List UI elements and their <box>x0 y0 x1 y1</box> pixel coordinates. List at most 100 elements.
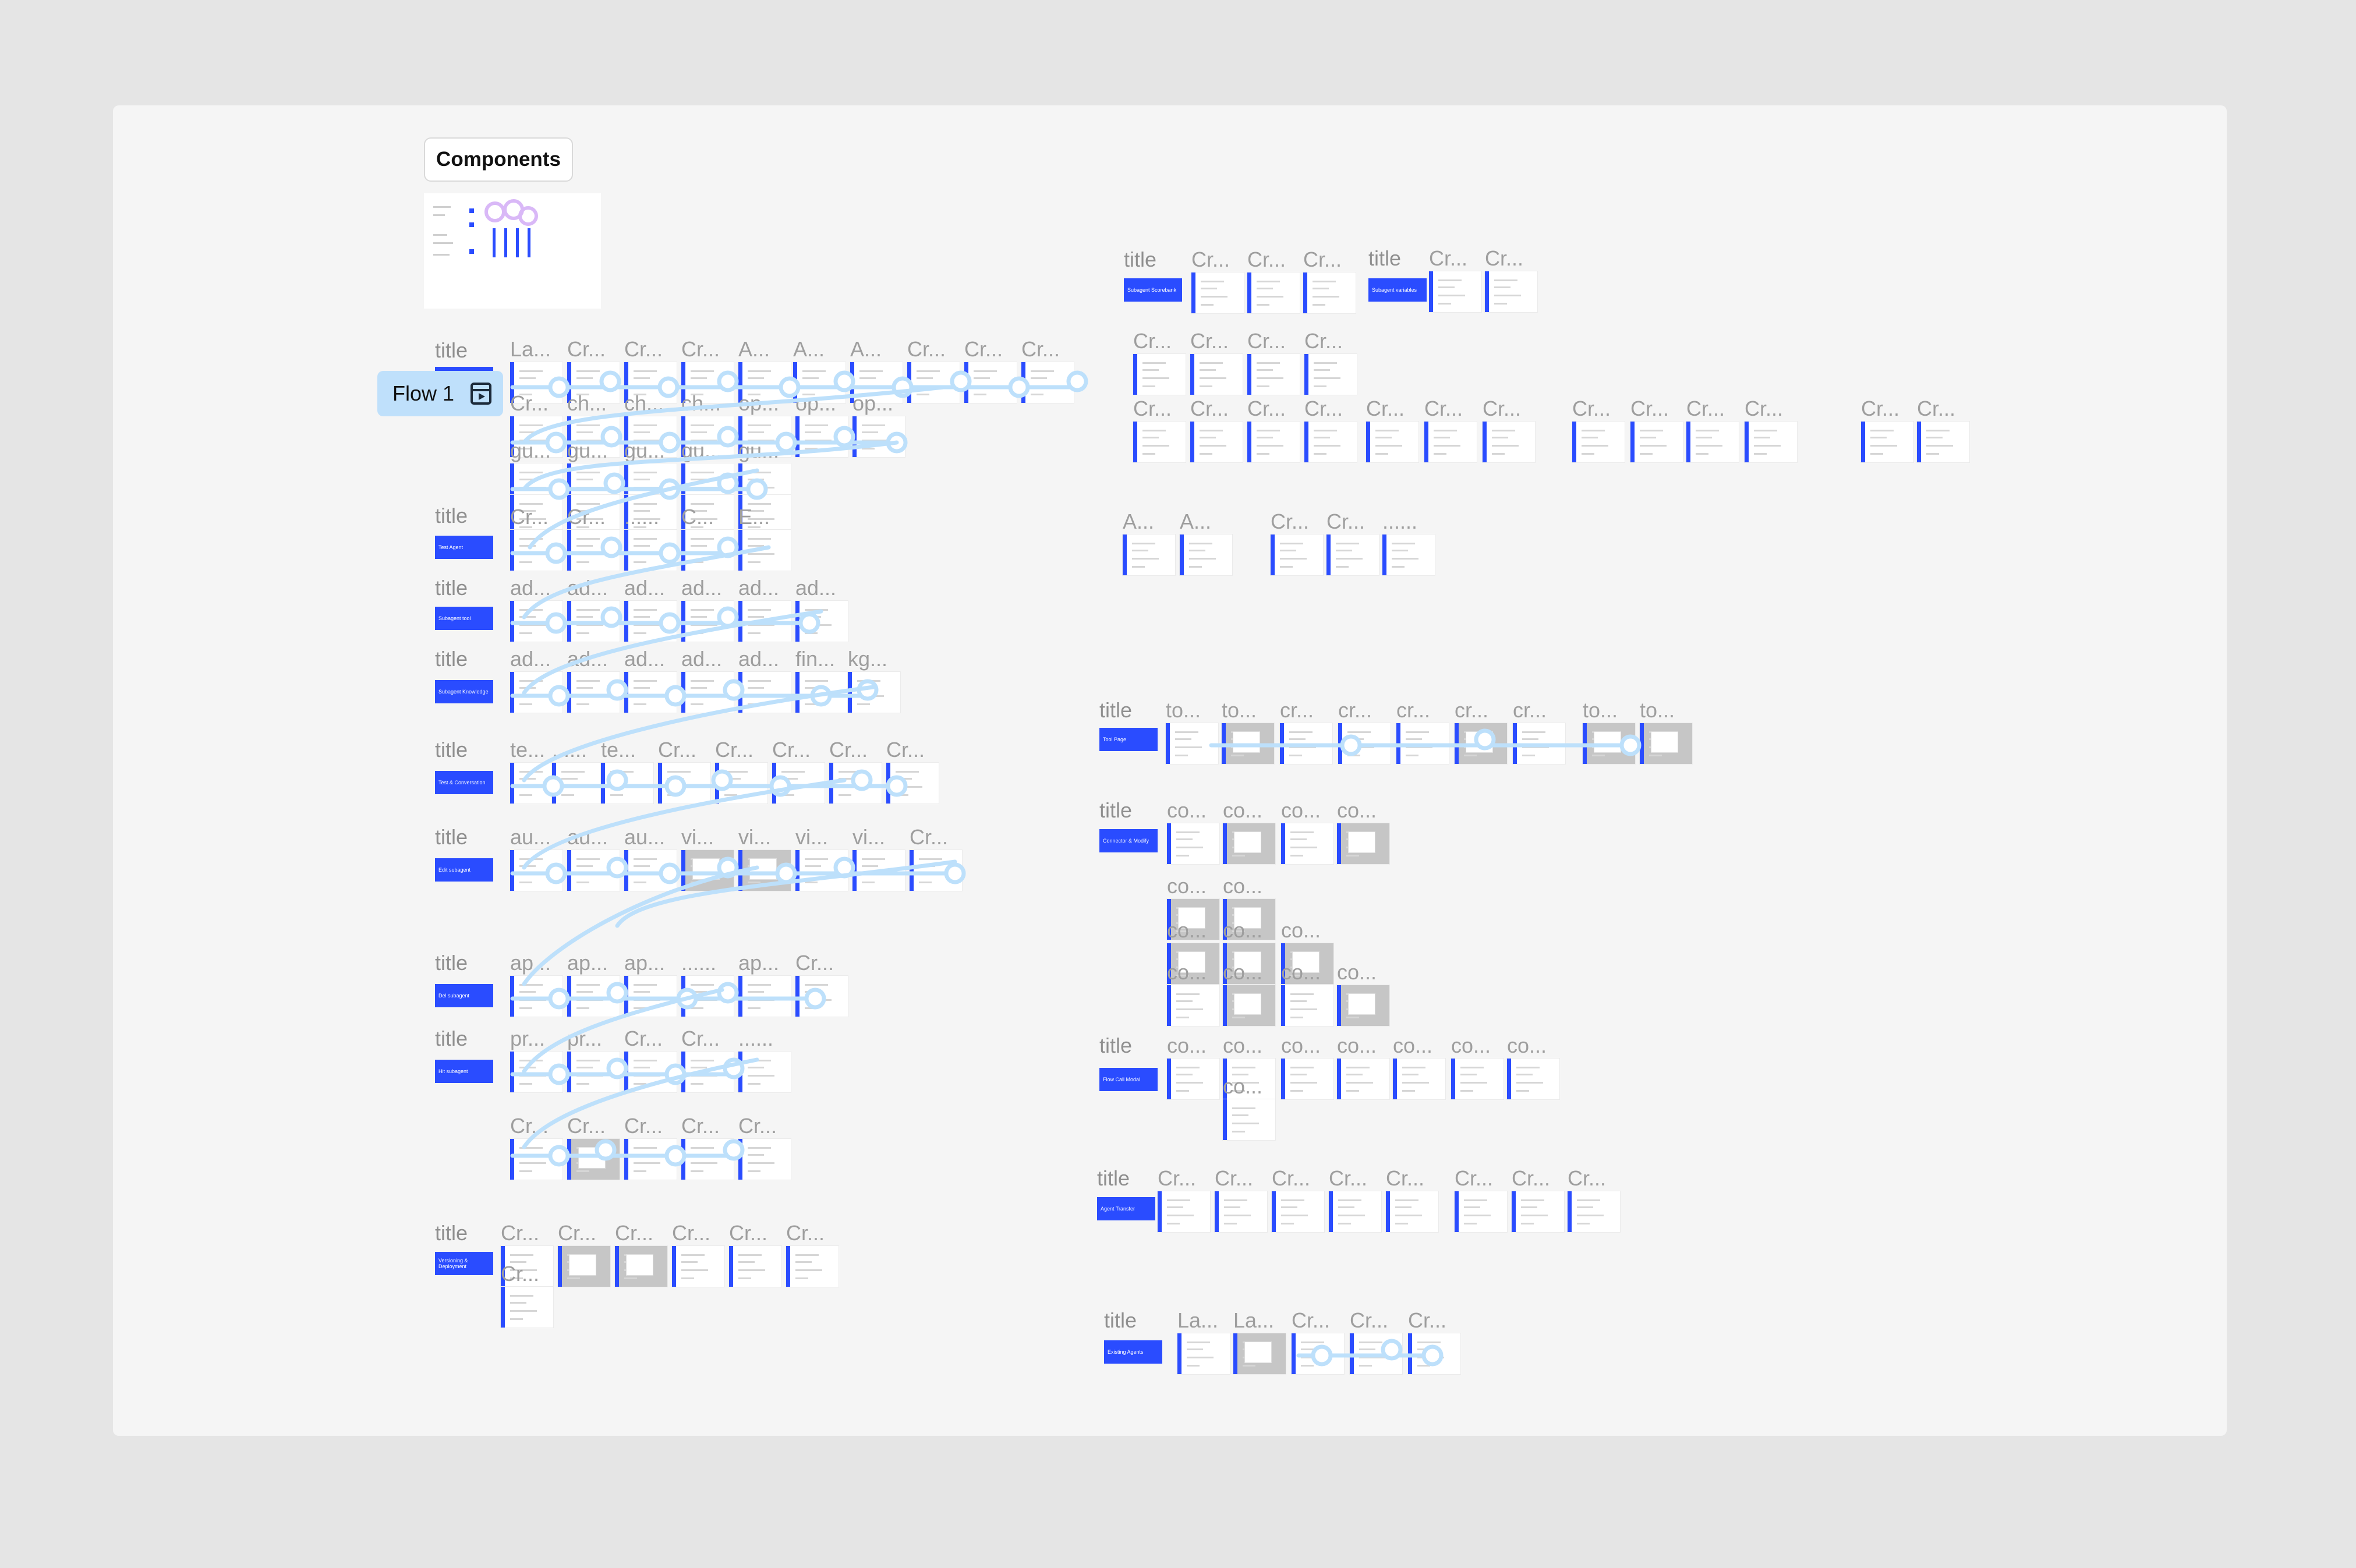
screen-frame[interactable] <box>1861 422 1913 462</box>
screen-frame[interactable] <box>738 601 791 642</box>
screen-frame[interactable] <box>1133 422 1186 462</box>
screen-frame[interactable] <box>567 976 620 1017</box>
screen-frame[interactable] <box>1304 422 1357 462</box>
screen-frame[interactable] <box>715 763 767 804</box>
screen-frame[interactable] <box>1177 1333 1230 1374</box>
section-chip[interactable]: Del subagent <box>435 984 493 1007</box>
screen-frame[interactable] <box>1640 723 1692 764</box>
screen-frame[interactable] <box>624 850 677 891</box>
screen-frame[interactable] <box>1281 985 1333 1026</box>
screen-frame[interactable] <box>1166 723 1218 764</box>
section-chip[interactable]: Hit subagent <box>435 1060 493 1083</box>
screen-frame[interactable] <box>672 1246 724 1287</box>
screen-frame[interactable] <box>567 850 620 891</box>
screen-frame[interactable] <box>1123 535 1175 575</box>
screen-frame[interactable] <box>1167 1059 1219 1099</box>
screen-frame[interactable] <box>1338 723 1391 764</box>
screen-frame[interactable] <box>1572 422 1625 462</box>
screen-frame[interactable] <box>567 601 620 642</box>
screen-frame[interactable] <box>1455 723 1507 764</box>
screen-frame[interactable] <box>510 1139 563 1180</box>
screen-frame[interactable] <box>1329 1191 1381 1232</box>
screen-frame[interactable] <box>1167 985 1219 1026</box>
screen-frame[interactable] <box>624 1139 677 1180</box>
screen-frame[interactable] <box>624 530 677 571</box>
screen-frame[interactable] <box>510 976 563 1017</box>
screen-frame[interactable] <box>1568 1191 1620 1232</box>
screen-frame[interactable] <box>795 672 848 713</box>
screen-frame[interactable] <box>510 672 563 713</box>
screen-frame[interactable] <box>1382 535 1435 575</box>
screen-frame[interactable] <box>510 530 563 571</box>
screen-frame[interactable] <box>1686 422 1739 462</box>
screen-frame[interactable] <box>738 976 791 1017</box>
screen-frame[interactable] <box>1133 354 1186 395</box>
screen-frame[interactable] <box>907 362 960 403</box>
screen-frame[interactable] <box>1292 1333 1344 1374</box>
screen-frame[interactable] <box>1350 1333 1402 1374</box>
screen-frame[interactable] <box>852 416 905 457</box>
section-chip[interactable]: Test Agent <box>435 536 493 559</box>
screen-frame[interactable] <box>1222 723 1274 764</box>
screen-frame[interactable] <box>738 1052 791 1092</box>
section-chip[interactable]: Agent Transfer <box>1097 1197 1155 1220</box>
screen-frame[interactable] <box>601 763 653 804</box>
screen-frame[interactable] <box>1180 535 1232 575</box>
screen-frame[interactable] <box>1366 422 1418 462</box>
screen-frame[interactable] <box>1247 422 1300 462</box>
screen-frame[interactable] <box>1424 422 1477 462</box>
screen-frame[interactable] <box>681 976 734 1017</box>
screen-frame[interactable] <box>681 850 734 891</box>
screen-frame[interactable] <box>1281 823 1333 864</box>
screen-frame[interactable] <box>1223 985 1275 1026</box>
screen-frame[interactable] <box>1485 271 1537 312</box>
screen-frame[interactable] <box>1271 535 1323 575</box>
screen-frame[interactable] <box>1233 1333 1286 1374</box>
screen-frame[interactable] <box>567 672 620 713</box>
screen-frame[interactable] <box>558 1246 610 1287</box>
screen-frame[interactable] <box>567 530 620 571</box>
screen-frame[interactable] <box>1512 1191 1564 1232</box>
screen-frame[interactable] <box>567 1052 620 1092</box>
section-chip[interactable]: Test & Conversation <box>435 771 493 794</box>
screen-frame[interactable] <box>681 1052 734 1092</box>
screen-frame[interactable] <box>738 1139 791 1180</box>
section-chip[interactable]: Edit subagent <box>435 858 493 882</box>
screen-frame[interactable] <box>1583 723 1635 764</box>
screen-frame[interactable] <box>795 850 848 891</box>
screen-frame[interactable] <box>1396 723 1449 764</box>
section-chip[interactable]: Existing Agents <box>1104 1340 1162 1364</box>
screen-frame[interactable] <box>1451 1059 1504 1099</box>
screen-frame[interactable] <box>1303 272 1356 313</box>
screen-frame[interactable] <box>1247 272 1300 313</box>
screen-frame[interactable] <box>1917 422 1969 462</box>
screen-frame[interactable] <box>624 1052 677 1092</box>
screen-frame[interactable] <box>681 1139 734 1180</box>
screen-frame[interactable] <box>1304 354 1357 395</box>
screen-frame[interactable] <box>681 530 734 571</box>
screen-frame[interactable] <box>1630 422 1683 462</box>
screen-frame[interactable] <box>1745 422 1797 462</box>
screen-frame[interactable] <box>1337 823 1389 864</box>
screen-frame[interactable] <box>1223 823 1275 864</box>
screen-frame[interactable] <box>772 763 825 804</box>
screen-frame[interactable] <box>1393 1059 1445 1099</box>
screen-frame[interactable] <box>829 763 882 804</box>
section-chip[interactable]: Subagent variables <box>1368 278 1427 302</box>
screen-frame[interactable] <box>510 601 563 642</box>
section-chip[interactable]: Versioning & Deployment <box>435 1252 493 1275</box>
screen-frame[interactable] <box>1337 1059 1389 1099</box>
section-chip[interactable]: Flow Call Modal <box>1099 1068 1158 1091</box>
screen-frame[interactable] <box>567 1139 620 1180</box>
screen-frame[interactable] <box>1483 422 1535 462</box>
screen-frame[interactable] <box>615 1246 667 1287</box>
screen-frame[interactable] <box>1429 271 1481 312</box>
screen-frame[interactable] <box>658 763 710 804</box>
screen-frame[interactable] <box>1158 1191 1210 1232</box>
screen-frame[interactable] <box>624 601 677 642</box>
section-chip[interactable]: Connector & Modify <box>1099 829 1158 852</box>
section-chip[interactable]: Subagent tool <box>435 607 493 630</box>
screen-frame[interactable] <box>1021 362 1074 403</box>
screen-frame[interactable] <box>1247 354 1300 395</box>
screen-frame[interactable] <box>1167 823 1219 864</box>
